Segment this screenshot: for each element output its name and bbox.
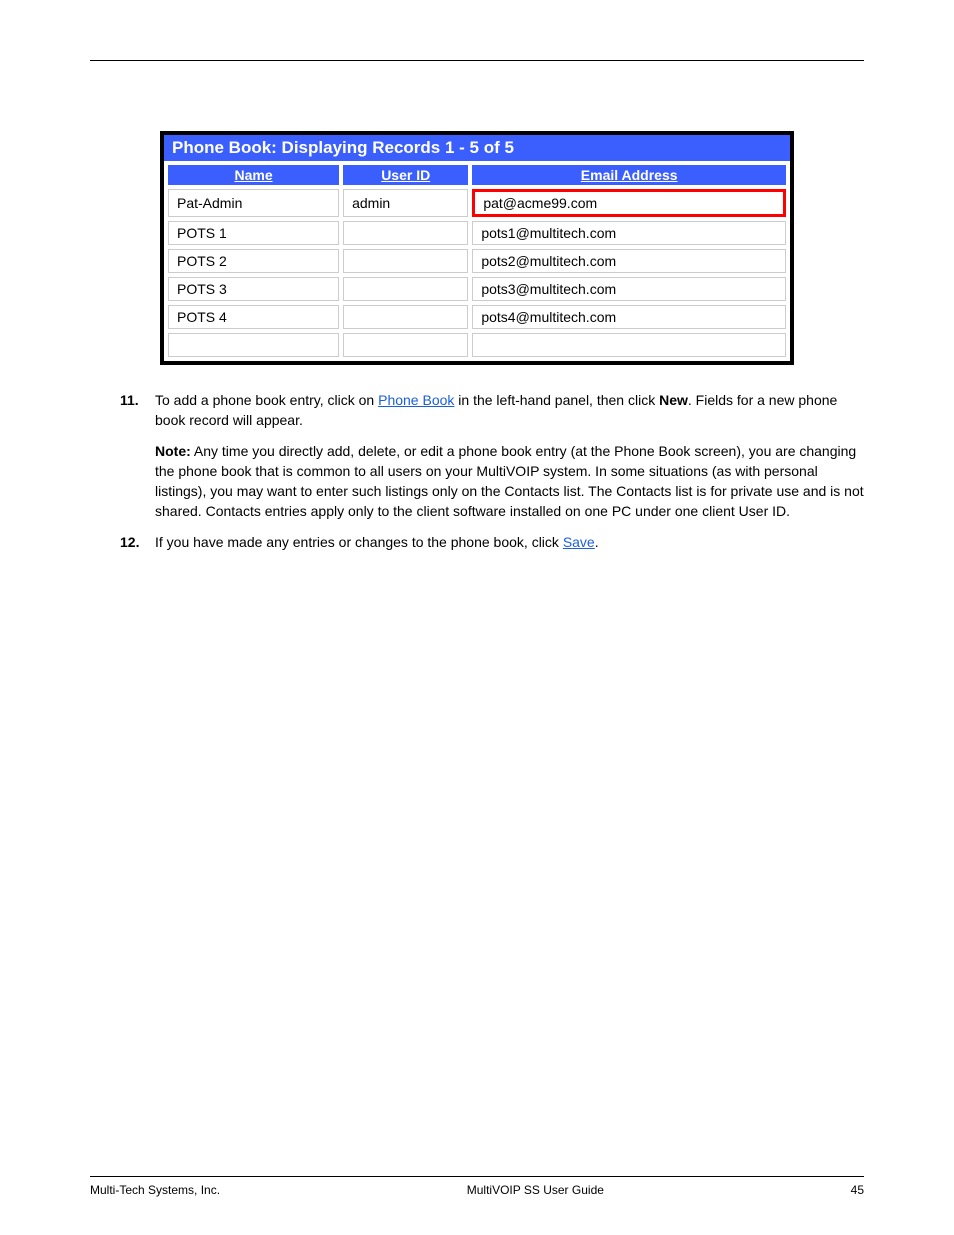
cell-userid[interactable]: admin xyxy=(343,189,468,217)
table-row: POTS 1 pots1@multitech.com xyxy=(168,221,786,245)
step-number: 12. xyxy=(120,532,155,552)
new-label: New xyxy=(659,392,688,408)
cell-email[interactable]: pots4@multitech.com xyxy=(472,305,786,329)
step-12: 12. If you have made any entries or chan… xyxy=(120,532,864,552)
step-11: 11. To add a phone book entry, click on … xyxy=(120,390,864,431)
cell-name[interactable]: Pat-Admin xyxy=(168,189,339,217)
col-header-userid[interactable]: User ID xyxy=(343,165,468,185)
step-number: 11. xyxy=(120,390,155,431)
step-text: To add a phone book entry, click on xyxy=(155,392,378,408)
footer-center: MultiVOIP SS User Guide xyxy=(467,1183,604,1197)
phonebook-title: Phone Book: Displaying Records 1 - 5 of … xyxy=(164,135,790,161)
cell-name[interactable]: POTS 4 xyxy=(168,305,339,329)
note: Note: Any time you directly add, delete,… xyxy=(155,441,864,522)
col-header-email[interactable]: Email Address xyxy=(472,165,786,185)
page-header-right: Chapter 3 – Client Installation xyxy=(707,40,864,54)
step-text: . xyxy=(595,534,599,550)
footer-right: 45 xyxy=(851,1183,864,1197)
cell-userid[interactable] xyxy=(343,249,468,273)
cell-email[interactable]: pots1@multitech.com xyxy=(472,221,786,245)
cell-email[interactable] xyxy=(472,333,786,357)
step-text: in the left-hand panel, then click xyxy=(454,392,659,408)
table-row: POTS 4 pots4@multitech.com xyxy=(168,305,786,329)
table-row xyxy=(168,333,786,357)
cell-userid[interactable] xyxy=(343,305,468,329)
cell-name[interactable]: POTS 2 xyxy=(168,249,339,273)
top-rule xyxy=(90,60,864,61)
phonebook-table: Phone Book: Displaying Records 1 - 5 of … xyxy=(160,131,794,365)
cell-email[interactable]: pat@acme99.com xyxy=(472,189,786,217)
table-row: POTS 3 pots3@multitech.com xyxy=(168,277,786,301)
step-text: If you have made any entries or changes … xyxy=(155,534,563,550)
note-text: Any time you directly add, delete, or ed… xyxy=(155,443,864,520)
footer-left: Multi-Tech Systems, Inc. xyxy=(90,1183,220,1197)
cell-name[interactable] xyxy=(168,333,339,357)
cell-name[interactable]: POTS 1 xyxy=(168,221,339,245)
col-header-name[interactable]: Name xyxy=(168,165,339,185)
cell-userid[interactable] xyxy=(343,277,468,301)
save-link[interactable]: Save xyxy=(563,534,595,550)
note-label: Note: xyxy=(155,443,191,459)
cell-userid[interactable] xyxy=(343,333,468,357)
page-footer: Multi-Tech Systems, Inc. MultiVOIP SS Us… xyxy=(90,1176,864,1197)
cell-name[interactable]: POTS 3 xyxy=(168,277,339,301)
cell-userid[interactable] xyxy=(343,221,468,245)
phonebook-link[interactable]: Phone Book xyxy=(378,392,454,408)
cell-email[interactable]: pots3@multitech.com xyxy=(472,277,786,301)
cell-email[interactable]: pots2@multitech.com xyxy=(472,249,786,273)
table-row: POTS 2 pots2@multitech.com xyxy=(168,249,786,273)
table-row: Pat-Adminadminpat@acme99.com xyxy=(168,189,786,217)
